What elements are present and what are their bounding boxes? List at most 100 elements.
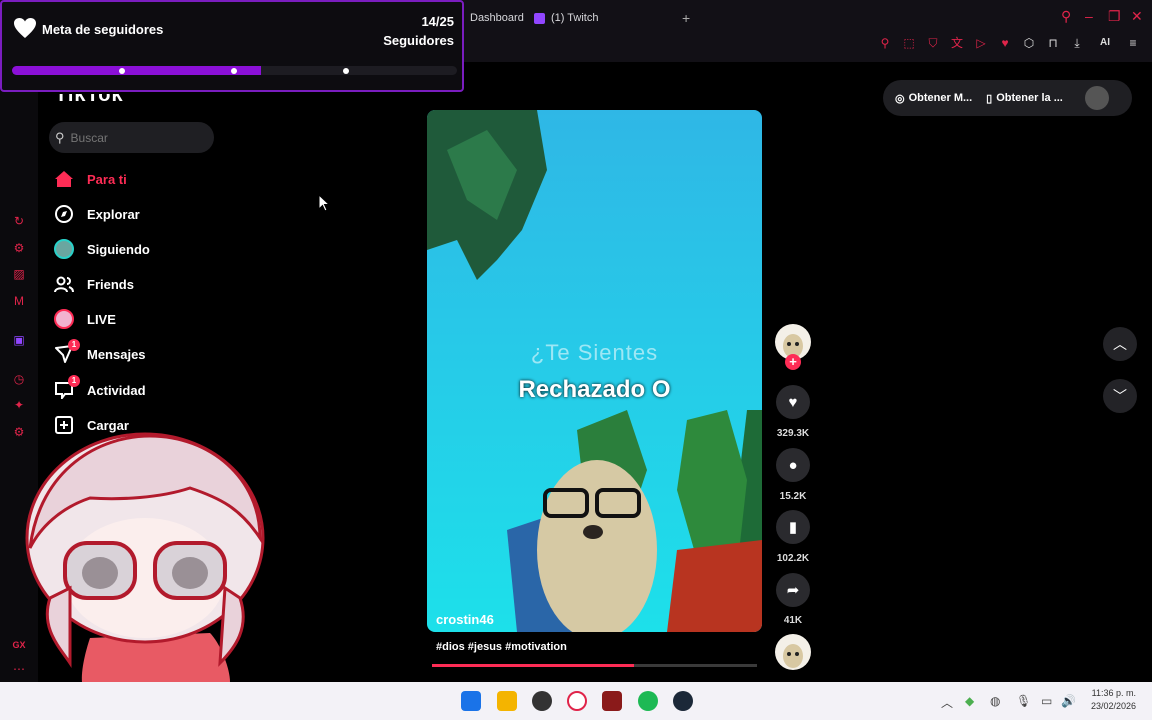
comment-button[interactable]: ● [776, 448, 810, 482]
restore-icon[interactable]: ❐ [1108, 8, 1121, 25]
tab-dashboard[interactable]: Dashboard [470, 8, 524, 28]
live-icon [54, 309, 74, 329]
get-app-label: Obtener la ... [996, 92, 1063, 104]
coin-icon: ◎ [895, 92, 905, 105]
share-button[interactable]: ➦ [776, 573, 810, 607]
pin-icon[interactable]: ⚲ [878, 36, 892, 50]
browser-toolbar: ⚲ ⬚ ⛉ 文 ▷ ♥ ⬡ ⊓ ⤓ AI ≡ [878, 36, 1140, 50]
chevron-up-icon: ︿ [1113, 336, 1127, 352]
taskbar-clock[interactable]: 11:36 p. m. 23/02/2026 [1091, 687, 1136, 713]
video-caption-line2: Rechazado O [518, 376, 671, 403]
ai-button[interactable]: AI [1094, 36, 1116, 50]
video-progress-fill [432, 664, 634, 667]
windows-start-icon[interactable] [461, 691, 481, 711]
nav-siguiendo[interactable]: Siguiendo [54, 238, 150, 260]
profile-avatar[interactable] [1084, 86, 1109, 110]
tray-app-icon[interactable]: ◆ [965, 694, 974, 708]
comment-icon: ● [788, 456, 798, 474]
gallery-icon[interactable]: ▨ [12, 267, 26, 281]
nav-explorar[interactable]: Explorar [54, 203, 140, 225]
tab-label: (1) Twitch [551, 12, 599, 24]
nav-label: LIVE [87, 311, 116, 327]
download-icon[interactable]: ⤓ [1070, 36, 1084, 50]
nav-mensajes[interactable]: 1 Mensajes [54, 339, 146, 365]
video-player[interactable] [427, 110, 762, 632]
like-button[interactable]: ♥ [776, 385, 810, 419]
milestone-dot [119, 68, 125, 74]
previous-video-button[interactable]: ︿ [1103, 327, 1137, 361]
next-video-button[interactable]: ﹀ [1103, 379, 1137, 413]
activity-badge: 1 [68, 375, 80, 387]
widget-title: Meta de seguidores [42, 22, 164, 37]
volume-icon[interactable]: 🔊 [1061, 694, 1076, 708]
twitch-sidebar-icon[interactable]: ▣ [12, 333, 26, 347]
vtuber-avatar-image [25, 432, 265, 682]
lock-icon[interactable]: ⊓ [1046, 36, 1060, 50]
messages-icon: 1 [54, 339, 80, 364]
menu-icon[interactable]: ≡ [1126, 36, 1140, 50]
home-icon [54, 169, 74, 189]
shield-icon[interactable]: ⛉ [926, 36, 940, 50]
nav-actividad[interactable]: 1 Actividad [54, 375, 146, 401]
obs-icon[interactable] [532, 691, 552, 711]
tab-label: Dashboard [470, 12, 524, 24]
following-avatar-icon [54, 239, 74, 259]
follower-count-label: Seguidores [383, 33, 454, 48]
nav-label: Explorar [87, 206, 140, 222]
video-username[interactable]: crostin46 [436, 612, 494, 627]
close-icon[interactable]: ✕ [1131, 8, 1143, 25]
get-app-button[interactable]: ▯ Obtener la ... [986, 92, 1063, 105]
minimize-icon[interactable]: – [1085, 8, 1093, 24]
save-button[interactable]: ▮ [776, 510, 810, 544]
follower-goal-widget: Meta de seguidores 14/25 Seguidores [0, 0, 464, 92]
network-icon[interactable]: ◍ [990, 694, 1000, 708]
nav-label: Para ti [87, 171, 127, 187]
search-input[interactable] [68, 129, 203, 146]
steam-icon[interactable] [673, 691, 693, 711]
nav-live[interactable]: LIVE [54, 308, 116, 330]
clock-time: 11:36 p. m. [1091, 688, 1136, 698]
nav-label: Mensajes [87, 346, 146, 362]
refresh-icon[interactable]: ↻ [12, 214, 26, 228]
get-coins-button[interactable]: ◎ Obtener M... [895, 92, 972, 105]
mail-icon[interactable]: M [12, 294, 26, 308]
music-disc-avatar[interactable] [775, 634, 811, 670]
search-box[interactable]: ⚲ [49, 122, 214, 153]
nav-label: Friends [87, 276, 134, 292]
search-tabs-icon[interactable]: ⚲ [1061, 8, 1071, 25]
comments-count: 15.2K [779, 491, 807, 502]
tab-twitch[interactable]: (1) Twitch [534, 8, 598, 28]
history-icon[interactable]: ◷ [12, 372, 26, 386]
toolbox-icon[interactable]: ⚙ [12, 241, 26, 255]
extensions-sidebar-icon[interactable]: ✦ [12, 398, 26, 412]
heart-icon [14, 18, 36, 38]
follow-plus-button[interactable]: + [785, 354, 801, 370]
translate-icon[interactable]: 文 [950, 36, 964, 50]
snapshot-icon[interactable]: ⬚ [902, 36, 916, 50]
nav-friends[interactable]: Friends [54, 273, 134, 295]
video-progress-bar[interactable] [432, 664, 757, 667]
share-icon: ➦ [786, 582, 800, 599]
new-tab-button[interactable]: + [682, 8, 690, 28]
tray-chevron-icon[interactable]: ︿ [941, 694, 953, 711]
extensions-icon[interactable]: ⬡ [1022, 36, 1036, 50]
heart-icon[interactable]: ♥ [998, 36, 1012, 50]
microphone-icon[interactable]: 🎙 [1016, 694, 1031, 708]
widget-count: 14/25 Seguidores [383, 12, 454, 50]
search-icon: ⚲ [55, 129, 65, 145]
app-icon[interactable] [602, 691, 622, 711]
shares-count: 41K [783, 615, 803, 626]
nav-para-ti[interactable]: Para ti [54, 168, 127, 190]
milestone-dot [343, 68, 349, 74]
play-icon[interactable]: ▷ [974, 36, 988, 50]
video-hashtags[interactable]: #dios #jesus #motivation [436, 641, 567, 653]
display-icon[interactable]: ▭ [1041, 694, 1052, 708]
mouse-cursor-icon [318, 194, 330, 212]
spotify-icon[interactable] [638, 691, 658, 711]
chevron-down-icon: ﹀ [1113, 388, 1127, 404]
video-caption-line1: ¿Te Sientes [530, 340, 659, 365]
saves-count: 102.2K [776, 553, 810, 564]
twitch-icon [534, 12, 545, 24]
opera-gx-icon[interactable] [567, 691, 587, 711]
file-explorer-icon[interactable] [497, 691, 517, 711]
